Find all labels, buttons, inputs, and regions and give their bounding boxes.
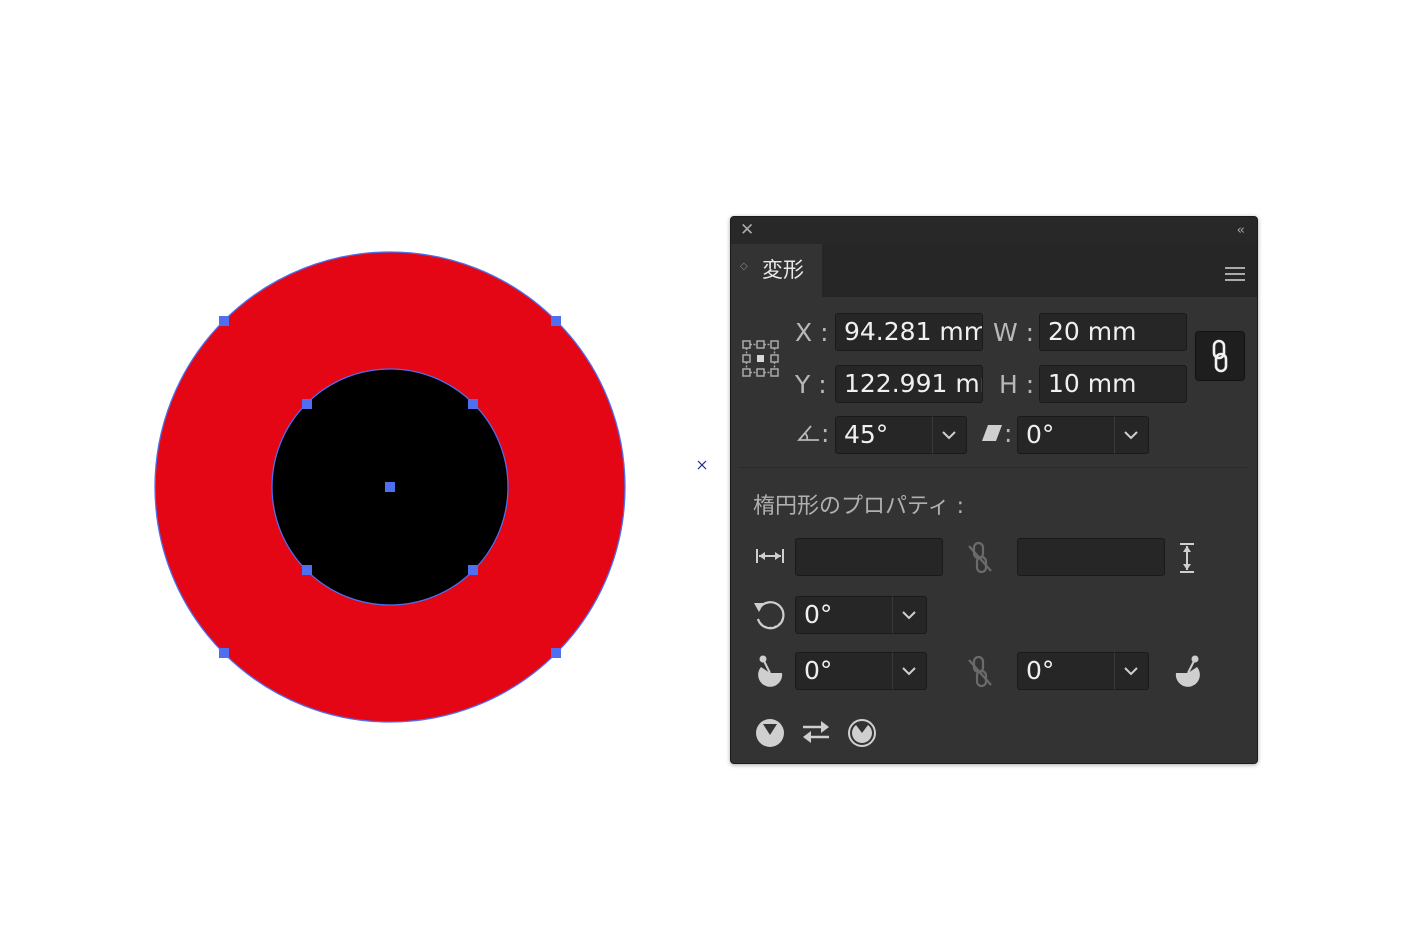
pie-outline-icon[interactable] bbox=[847, 718, 877, 748]
anchor-point[interactable] bbox=[551, 316, 561, 326]
pie-start-angle-icon bbox=[758, 655, 783, 687]
shear-dropdown[interactable] bbox=[1114, 416, 1149, 454]
anchor-point[interactable] bbox=[302, 565, 312, 575]
angle-field[interactable]: 45° bbox=[835, 416, 933, 454]
y-label: Y : bbox=[795, 370, 827, 399]
chevron-down-icon bbox=[1124, 667, 1138, 676]
y-field[interactable]: 122.991 mm bbox=[835, 365, 983, 403]
angle-label: : bbox=[821, 419, 830, 448]
pie-end-dropdown[interactable] bbox=[1114, 652, 1149, 690]
pie-start-dropdown[interactable] bbox=[892, 652, 927, 690]
tab-transform[interactable]: ◇ 変形 bbox=[731, 244, 822, 298]
chevron-down-icon bbox=[1124, 431, 1138, 440]
chevron-down-icon bbox=[942, 431, 956, 440]
pie-start-field[interactable]: 0° bbox=[795, 652, 893, 690]
constrain-proportions-button[interactable] bbox=[1195, 331, 1245, 381]
anchor-point[interactable] bbox=[468, 399, 478, 409]
ellipse-width-icon bbox=[756, 549, 784, 563]
panel-titlebar[interactable]: ✕ ‹‹ bbox=[731, 217, 1257, 244]
unlink-icon[interactable] bbox=[966, 541, 994, 575]
collapse-icon[interactable]: ‹‹ bbox=[1237, 222, 1246, 239]
ellipse-width-field[interactable] bbox=[795, 538, 943, 576]
angle-dropdown[interactable] bbox=[932, 416, 967, 454]
shear-field[interactable]: 0° bbox=[1017, 416, 1115, 454]
h-field[interactable]: 10 mm bbox=[1039, 365, 1187, 403]
chevron-down-icon bbox=[902, 667, 916, 676]
w-field[interactable]: 20 mm bbox=[1039, 313, 1187, 351]
cursor-cross-icon bbox=[697, 460, 707, 470]
anchor-point[interactable] bbox=[468, 565, 478, 575]
tab-arrows-icon: ◇ bbox=[740, 261, 748, 272]
ellipse-rotate-icon bbox=[754, 601, 785, 630]
invert-pie-icon[interactable] bbox=[755, 718, 785, 748]
anchor-point[interactable] bbox=[219, 316, 229, 326]
rotate-angle-icon bbox=[797, 425, 819, 441]
reference-point-icon[interactable] bbox=[741, 339, 781, 379]
close-icon[interactable]: ✕ bbox=[740, 222, 754, 239]
x-label: X : bbox=[795, 318, 829, 347]
unlink-icon[interactable] bbox=[966, 655, 994, 689]
pie-end-field[interactable]: 0° bbox=[1017, 652, 1115, 690]
tab-label: 変形 bbox=[762, 258, 804, 282]
x-field[interactable]: 94.281 mm bbox=[835, 313, 983, 351]
shear-label: : bbox=[1004, 419, 1013, 448]
transform-panel: ✕ ‹‹ ◇ 変形 X : 94.281 mm W : 20 mm Y : 12… bbox=[730, 216, 1258, 764]
ellipse-rotation-field[interactable]: 0° bbox=[795, 596, 893, 634]
anchor-point[interactable] bbox=[219, 648, 229, 658]
hamburger-menu-icon[interactable] bbox=[1225, 267, 1245, 285]
section-divider bbox=[739, 467, 1247, 468]
ellipse-height-field[interactable] bbox=[1017, 538, 1165, 576]
ellipse-height-icon bbox=[1180, 543, 1194, 573]
center-point[interactable] bbox=[385, 482, 395, 492]
h-label: H : bbox=[999, 370, 1035, 399]
shear-icon bbox=[982, 425, 1002, 441]
link-icon bbox=[1212, 339, 1228, 373]
panel-tabstrip: ◇ 変形 bbox=[731, 244, 1257, 298]
ellipse-properties-title: 楕円形のプロパティ : bbox=[753, 494, 965, 519]
anchor-point[interactable] bbox=[551, 648, 561, 658]
chevron-down-icon bbox=[902, 611, 916, 620]
ellipse-rotation-dropdown[interactable] bbox=[892, 596, 927, 634]
anchor-point[interactable] bbox=[302, 399, 312, 409]
w-label: W : bbox=[993, 318, 1035, 347]
pie-end-angle-icon bbox=[1175, 655, 1200, 687]
swap-pie-angles-icon[interactable] bbox=[801, 719, 831, 745]
